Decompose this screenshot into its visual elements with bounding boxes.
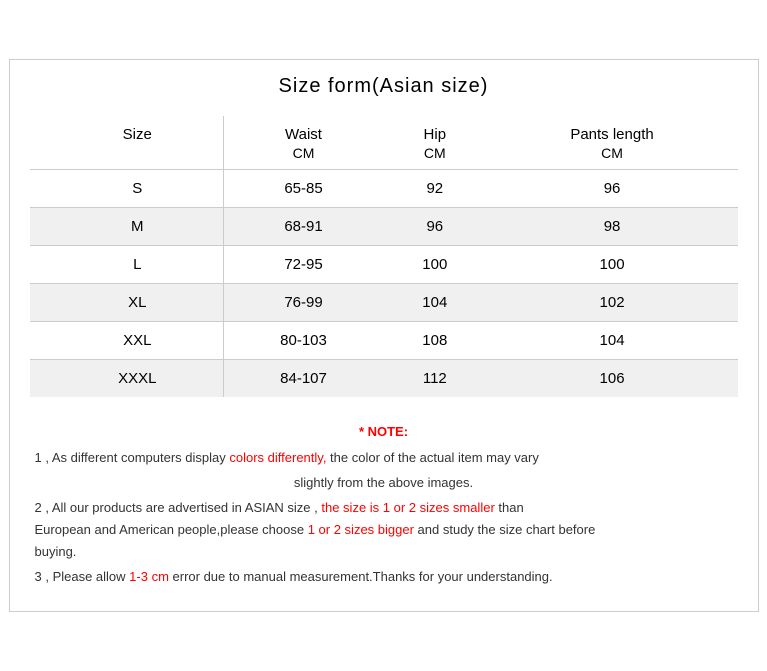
note1-pre: 1 , As different computers display xyxy=(35,450,230,465)
cell-pants: 100 xyxy=(487,245,738,283)
note-line-1: 1 , As different computers display color… xyxy=(35,447,733,469)
cell-size: XXL xyxy=(30,321,224,359)
col-header-hip: Hip xyxy=(383,116,487,145)
unit-hip: CM xyxy=(383,145,487,170)
col-header-waist: Waist xyxy=(223,116,383,145)
cell-size: M xyxy=(30,207,224,245)
page-title: Size form(Asian size) xyxy=(30,75,738,98)
cell-waist: 84-107 xyxy=(223,359,383,397)
note2-red2: 1 or 2 sizes bigger xyxy=(308,522,414,537)
table-row: XXL80-103108104 xyxy=(30,321,738,359)
note-title: * NOTE: xyxy=(35,421,733,443)
unit-size xyxy=(30,145,224,170)
unit-waist: CM xyxy=(223,145,383,170)
cell-pants: 102 xyxy=(487,283,738,321)
main-container: Size form(Asian size) Size Waist Hip Pan… xyxy=(9,59,759,613)
cell-size: S xyxy=(30,169,224,207)
cell-waist: 76-99 xyxy=(223,283,383,321)
cell-waist: 68-91 xyxy=(223,207,383,245)
note3-red: 1-3 cm xyxy=(129,569,169,584)
table-row: L72-95100100 xyxy=(30,245,738,283)
size-table: Size Waist Hip Pants length CM CM CM S65… xyxy=(30,116,738,397)
cell-pants: 96 xyxy=(487,169,738,207)
note1-post: the color of the actual item may vary xyxy=(326,450,538,465)
note-line-3: 3 , Please allow 1-3 cm error due to man… xyxy=(35,566,733,588)
cell-hip: 100 xyxy=(383,245,487,283)
cell-hip: 96 xyxy=(383,207,487,245)
note-section: * NOTE: 1 , As different computers displ… xyxy=(30,421,738,589)
cell-size: XXXL xyxy=(30,359,224,397)
table-row: XL76-99104102 xyxy=(30,283,738,321)
col-header-size: Size xyxy=(30,116,224,145)
note1-red: colors differently, xyxy=(229,450,326,465)
col-header-pants: Pants length xyxy=(487,116,738,145)
note3-post: error due to manual measurement.Thanks f… xyxy=(169,569,553,584)
note-line-1b: slightly from the above images. xyxy=(35,472,733,494)
cell-pants: 106 xyxy=(487,359,738,397)
note3-pre: 3 , Please allow xyxy=(35,569,130,584)
cell-hip: 92 xyxy=(383,169,487,207)
cell-size: XL xyxy=(30,283,224,321)
cell-hip: 112 xyxy=(383,359,487,397)
table-row: M68-919698 xyxy=(30,207,738,245)
cell-pants: 104 xyxy=(487,321,738,359)
table-row: XXXL84-107112106 xyxy=(30,359,738,397)
cell-waist: 80-103 xyxy=(223,321,383,359)
table-row: S65-859296 xyxy=(30,169,738,207)
cell-pants: 98 xyxy=(487,207,738,245)
note2-red1: the size is 1 or 2 sizes smaller xyxy=(321,500,494,515)
cell-waist: 65-85 xyxy=(223,169,383,207)
cell-size: L xyxy=(30,245,224,283)
cell-waist: 72-95 xyxy=(223,245,383,283)
unit-pants: CM xyxy=(487,145,738,170)
note2-pre: 2 , All our products are advertised in A… xyxy=(35,500,322,515)
note-line-2: 2 , All our products are advertised in A… xyxy=(35,497,733,563)
cell-hip: 108 xyxy=(383,321,487,359)
cell-hip: 104 xyxy=(383,283,487,321)
